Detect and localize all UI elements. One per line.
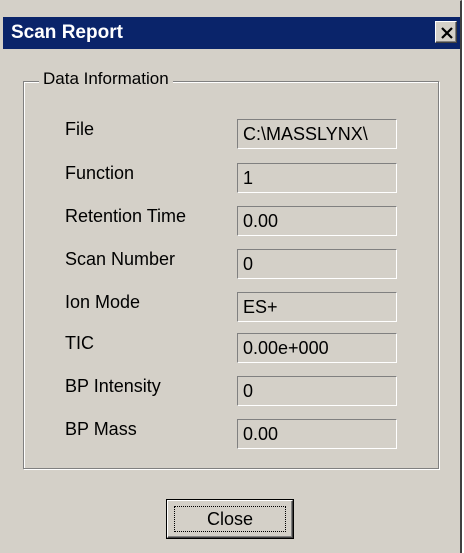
ion-mode-label: Ion Mode [65, 292, 141, 312]
retention-time-value: 0.00 [237, 206, 397, 236]
title-bar[interactable]: Scan Report [3, 17, 460, 49]
bp-mass-value: 0.00 [237, 419, 397, 449]
function-value: 1 [237, 163, 397, 193]
scan-number-label: Scan Number [65, 249, 176, 269]
bp-mass-label: BP Mass [65, 419, 137, 439]
retention-time-label: Retention Time [65, 206, 187, 226]
function-label: Function [65, 163, 135, 183]
scan-number-value: 0 [237, 249, 397, 279]
close-button[interactable]: Close [166, 499, 294, 539]
ion-mode-value: ES+ [237, 292, 397, 322]
close-icon [441, 27, 453, 39]
close-button-label: Close [206, 508, 254, 529]
title-close-button[interactable] [435, 21, 457, 43]
tic-value: 0.00e+000 [237, 333, 397, 363]
bp-intensity-value: 0 [237, 376, 397, 406]
close-button-focus: Close [174, 506, 286, 532]
file-label: File [65, 119, 95, 139]
tic-label: TIC [65, 333, 94, 353]
group-legend: Data Information [39, 69, 173, 89]
scan-report-dialog: Scan Report Data Information File C:\MAS… [0, 0, 462, 553]
window-title: Scan Report [11, 22, 123, 43]
file-value: C:\MASSLYNX\ [237, 119, 397, 149]
bp-intensity-label: BP Intensity [65, 376, 161, 396]
